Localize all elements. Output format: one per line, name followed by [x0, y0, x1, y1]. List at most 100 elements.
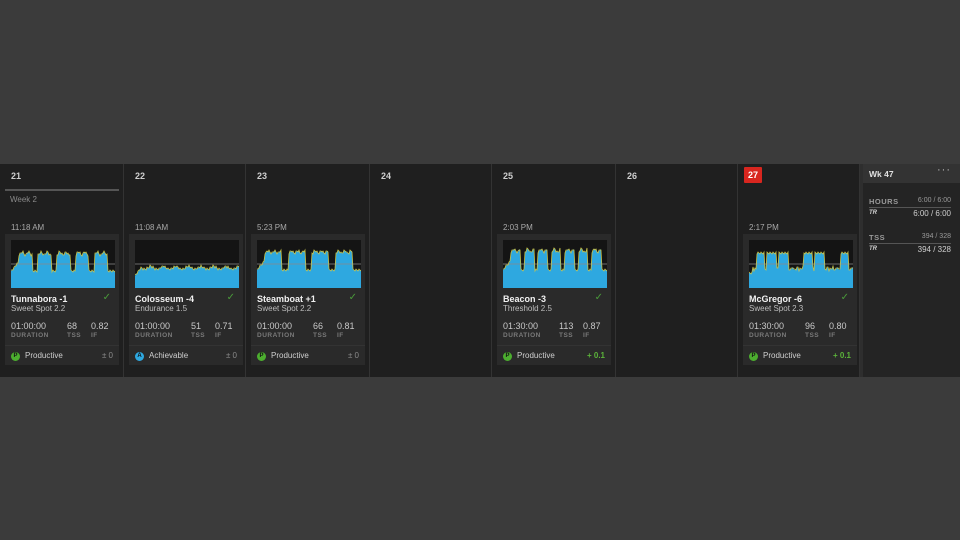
calendar-day[interactable]: 25 2:03 PM Beacon -3 ✓ Threshold 2.5 01:… — [492, 164, 616, 377]
if-value: 0.80 — [829, 321, 847, 331]
day-number: 24 — [381, 171, 392, 181]
duration-value: 01:00:00 — [135, 321, 171, 331]
workout-profile-chart — [135, 240, 239, 288]
workout-profile-chart — [11, 240, 115, 288]
progression-label: Productive — [517, 351, 555, 360]
power-profile-fill — [135, 266, 239, 288]
workout-card[interactable]: McGregor -6 ✓ Sweet Spot 2.3 01:30:00 96… — [743, 234, 857, 365]
progression-label: Productive — [25, 351, 63, 360]
day-number: 27 — [744, 167, 763, 183]
duration-label: DURATION — [135, 332, 173, 339]
progression-delta: ± 0 — [225, 351, 237, 360]
hours-label: HOURS — [869, 197, 899, 206]
workout-card[interactable]: Steamboat +1 ✓ Sweet Spot 2.2 01:00:00 6… — [251, 234, 365, 365]
calendar-day[interactable]: 24 — [370, 164, 492, 377]
calendar-day[interactable]: 27 2:17 PM McGregor -6 ✓ Sweet Spot 2.3 … — [738, 164, 860, 377]
check-icon: ✓ — [102, 292, 111, 303]
tr-logo-icon: TR — [869, 246, 877, 252]
progression-footer: P Productive + 0.1 — [497, 345, 611, 366]
if-label: IF — [583, 332, 590, 339]
workout-name: Beacon -3 — [503, 294, 547, 304]
workout-name: Tunnabora -1 — [11, 294, 68, 304]
progression-badge-icon: P — [503, 352, 512, 361]
week-summary: Wk 47 ··· HOURS 6:00 / 6:00 TR 6:00 / 6:… — [860, 164, 960, 377]
duration-value: 01:30:00 — [749, 321, 785, 331]
day-number: 26 — [627, 171, 638, 181]
tss-value: 113 — [559, 321, 574, 331]
workout-card[interactable]: Colosseum -4 ✓ Endurance 1.5 01:00:00 51… — [129, 234, 243, 365]
workout-card[interactable]: Beacon -3 ✓ Threshold 2.5 01:30:00 113 0… — [497, 234, 611, 365]
tss-summary-label: TSS — [869, 233, 886, 242]
calendar-day[interactable]: 22 11:08 AM Colosseum -4 ✓ Endurance 1.5… — [124, 164, 246, 377]
workout-time: 11:18 AM — [11, 223, 45, 232]
if-value: 0.81 — [337, 321, 355, 331]
tss-summary-value: 394 / 328 — [917, 245, 951, 254]
duration-label: DURATION — [503, 332, 541, 339]
hours-planned: 6:00 / 6:00 — [917, 197, 951, 204]
duration-label: DURATION — [257, 332, 295, 339]
check-icon: ✓ — [594, 292, 603, 303]
duration-value: 01:00:00 — [11, 321, 47, 331]
duration-label: DURATION — [11, 332, 49, 339]
progression-badge-icon: A — [135, 352, 144, 361]
tss-label: TSS — [805, 332, 820, 339]
workout-time: 11:08 AM — [135, 223, 169, 232]
progression-footer: A Achievable ± 0 — [129, 345, 243, 366]
workout-type: Sweet Spot 2.2 — [257, 304, 312, 313]
check-icon: ✓ — [348, 292, 357, 303]
workout-type: Endurance 1.5 — [135, 304, 188, 313]
workout-card[interactable]: Tunnabora -1 ✓ Sweet Spot 2.2 01:00:00 6… — [5, 234, 119, 365]
calendar-day[interactable]: 23 5:23 PM Steamboat +1 ✓ Sweet Spot 2.2… — [246, 164, 370, 377]
day-number: 21 — [11, 171, 22, 181]
progression-footer: P Productive ± 0 — [251, 345, 365, 366]
hours-value: 6:00 / 6:00 — [913, 209, 951, 218]
if-label: IF — [829, 332, 836, 339]
workout-name: Steamboat +1 — [257, 294, 316, 304]
workout-profile-chart — [503, 240, 607, 288]
week-divider — [5, 189, 119, 191]
tss-value: 96 — [805, 321, 816, 331]
workout-time: 2:17 PM — [749, 223, 779, 232]
day-number: 25 — [503, 171, 514, 181]
calendar-day[interactable]: 21 Week 2 11:18 AM Tunnabora -1 ✓ Sweet S… — [0, 164, 124, 377]
divider — [869, 207, 951, 208]
progression-badge-icon: P — [257, 352, 266, 361]
progression-footer: P Productive + 0.1 — [743, 345, 857, 366]
week-label: Week 2 — [10, 195, 37, 204]
tss-value: 66 — [313, 321, 324, 331]
progression-badge-icon: P — [11, 352, 20, 361]
tss-value: 51 — [191, 321, 202, 331]
tss-label: TSS — [313, 332, 328, 339]
divider — [869, 243, 951, 244]
if-label: IF — [215, 332, 222, 339]
workout-name: Colosseum -4 — [135, 294, 195, 304]
tss-label: TSS — [191, 332, 206, 339]
day-number: 23 — [257, 171, 268, 181]
check-icon: ✓ — [226, 292, 235, 303]
calendar-week-row: 21 Week 2 11:18 AM Tunnabora -1 ✓ Sweet S… — [0, 164, 960, 377]
more-icon[interactable]: ··· — [937, 164, 951, 176]
progression-label: Productive — [271, 351, 309, 360]
workout-time: 2:03 PM — [503, 223, 533, 232]
if-value: 0.71 — [215, 321, 233, 331]
progression-badge-icon: P — [749, 352, 758, 361]
if-label: IF — [337, 332, 344, 339]
workout-name: McGregor -6 — [749, 294, 803, 304]
workout-profile-chart — [749, 240, 853, 288]
tss-label: TSS — [559, 332, 574, 339]
workout-time: 5:23 PM — [257, 223, 287, 232]
duration-value: 01:30:00 — [503, 321, 539, 331]
check-icon: ✓ — [840, 292, 849, 303]
progression-label: Productive — [763, 351, 801, 360]
week-summary-header: Wk 47 ··· — [863, 164, 960, 183]
if-value: 0.87 — [583, 321, 601, 331]
progression-label: Achievable — [149, 351, 189, 360]
progression-footer: P Productive ± 0 — [5, 345, 119, 366]
day-number: 22 — [135, 171, 146, 181]
progression-delta: ± 0 — [347, 351, 359, 360]
tr-logo-icon: TR — [869, 210, 877, 216]
if-label: IF — [91, 332, 98, 339]
progression-delta: + 0.1 — [586, 351, 605, 360]
duration-label: DURATION — [749, 332, 787, 339]
calendar-day[interactable]: 26 — [616, 164, 738, 377]
